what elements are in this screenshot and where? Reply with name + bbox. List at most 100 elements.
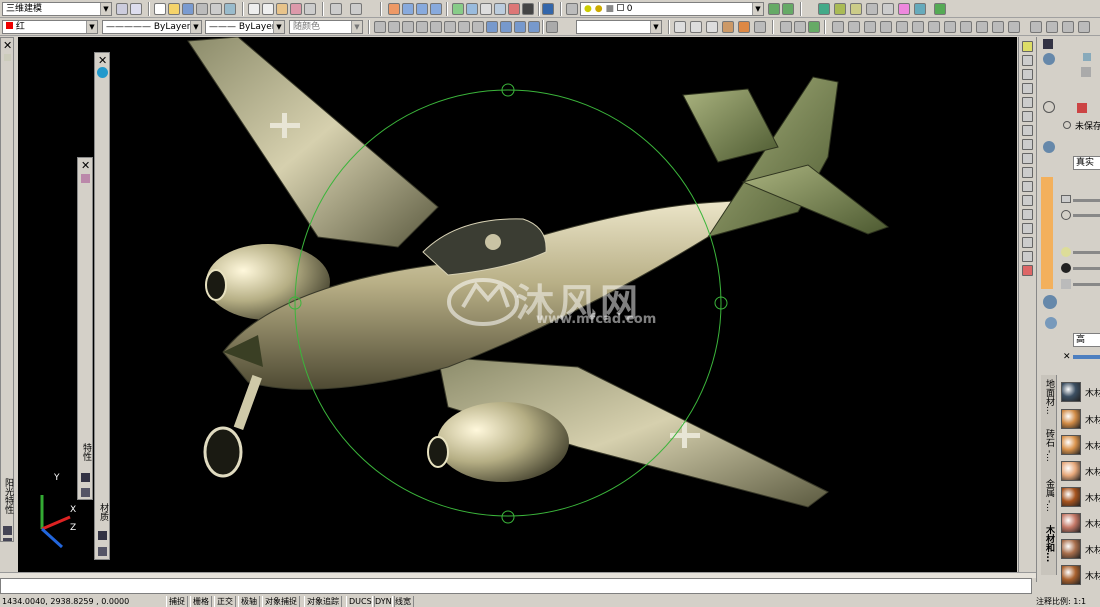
properties-icon[interactable]	[98, 547, 107, 556]
copy-object-icon[interactable]	[1022, 55, 1033, 66]
chamfer-icon[interactable]	[1022, 223, 1033, 234]
fillet-icon[interactable]	[1022, 237, 1033, 248]
chevron-down-icon[interactable]: ▼	[752, 3, 763, 15]
toggle-otrack[interactable]: 对象追踪	[304, 596, 342, 607]
toggle-lineweight[interactable]: 线宽	[392, 596, 414, 607]
undo-icon[interactable]	[330, 3, 342, 15]
chevron-down-icon[interactable]: ▼	[86, 21, 97, 33]
toggle-polar[interactable]: 极轴	[238, 596, 260, 607]
mirror-icon[interactable]	[1022, 69, 1033, 80]
stretch-icon[interactable]	[1022, 153, 1033, 164]
chevron-down-icon[interactable]: ▼	[650, 21, 661, 33]
visual-style-realistic-icon[interactable]	[722, 21, 734, 33]
chevron-down-icon[interactable]: ▼	[351, 21, 362, 33]
view-bottom-icon[interactable]	[388, 21, 400, 33]
named-views-icon[interactable]	[528, 21, 540, 33]
workspace-lock-icon[interactable]	[130, 3, 142, 15]
ucs-manager-icon[interactable]	[1046, 21, 1058, 33]
ucs-3point-icon[interactable]	[960, 21, 972, 33]
panel-icon[interactable]	[1043, 39, 1053, 49]
render-env-icon[interactable]	[898, 3, 910, 15]
auto-hide-icon[interactable]	[81, 473, 90, 482]
light-icon[interactable]	[1077, 103, 1087, 113]
annotation-scale[interactable]: 注释比例: 1:1	[1036, 596, 1086, 607]
calculator-icon[interactable]	[522, 3, 534, 15]
extrude-icon[interactable]	[1062, 21, 1074, 33]
workspace-select[interactable]: 三维建模 ▼	[2, 2, 112, 16]
layer-select[interactable]: ● ● ■ 0 ▼	[580, 2, 764, 16]
close-icon[interactable]: ✕	[98, 55, 107, 66]
view-top-icon[interactable]	[374, 21, 386, 33]
match-properties-icon[interactable]	[290, 3, 302, 15]
tab-masonry[interactable]: 砖石 -...	[1043, 429, 1056, 462]
material-sphere-icon[interactable]	[97, 67, 108, 78]
render-icon[interactable]	[818, 3, 830, 15]
ucs-object-icon[interactable]	[896, 21, 908, 33]
toggle-grid[interactable]: 栅格	[190, 596, 212, 607]
material-item[interactable]: 木材	[1059, 563, 1100, 587]
ucs-view-icon[interactable]	[912, 21, 924, 33]
close-icon[interactable]: ✕	[1063, 352, 1071, 362]
radio-icon[interactable]	[1063, 121, 1071, 129]
material-item[interactable]: 木材	[1059, 511, 1100, 535]
lineweight-select[interactable]: ——— ByLayer ▼	[205, 20, 285, 34]
properties-icon[interactable]	[452, 3, 464, 15]
view-sw-iso-icon[interactable]	[458, 21, 470, 33]
save-icon[interactable]	[182, 3, 194, 15]
move-icon[interactable]	[1022, 111, 1033, 122]
chevron-down-icon[interactable]: ▼	[100, 3, 111, 15]
visual-style-2d-icon[interactable]	[674, 21, 686, 33]
toggle-ducs[interactable]: DUCS	[346, 596, 375, 607]
material-item[interactable]: 木材	[1059, 433, 1100, 457]
brightness-slider[interactable]	[1073, 199, 1100, 202]
scale-icon[interactable]	[1022, 139, 1033, 150]
view-icon[interactable]	[1083, 53, 1091, 61]
properties-icon[interactable]	[81, 488, 90, 497]
publish-icon[interactable]	[224, 3, 236, 15]
material-item[interactable]: 木材	[1059, 407, 1100, 431]
tool-palettes-icon[interactable]	[480, 3, 492, 15]
auto-hide-icon[interactable]	[3, 526, 12, 535]
toggle-osnap[interactable]: 对象捕捉	[262, 596, 300, 607]
tab-metal[interactable]: 金属 -...	[1043, 479, 1056, 512]
close-icon[interactable]: ✕	[81, 160, 90, 171]
walk-icon[interactable]	[934, 3, 946, 15]
block-editor-icon[interactable]	[304, 3, 316, 15]
view-se-iso-icon[interactable]	[472, 21, 484, 33]
palette-options-icon[interactable]	[4, 54, 11, 61]
linetype-select[interactable]: ————— ByLayer ▼	[102, 20, 202, 34]
named-view-select[interactable]: ▼	[576, 20, 662, 34]
paste-icon[interactable]	[276, 3, 288, 15]
toggle-ortho[interactable]: 正交	[214, 596, 236, 607]
zoom-window-icon[interactable]	[416, 3, 428, 15]
help-icon[interactable]	[542, 3, 554, 15]
visual-style-select[interactable]: 真实	[1073, 156, 1100, 170]
tab-flooring[interactable]: 地面材...	[1043, 379, 1056, 415]
chevron-down-icon[interactable]: ▼	[190, 21, 201, 33]
new-file-icon[interactable]	[154, 3, 166, 15]
ucs-world-icon[interactable]	[848, 21, 860, 33]
workspace-settings-icon[interactable]	[116, 3, 128, 15]
drawing-viewport[interactable]: 沐风网 www.mfcad.com Y X Z	[18, 37, 1017, 572]
ucs-x-icon[interactable]	[976, 21, 988, 33]
orbit-icon[interactable]	[1081, 67, 1091, 77]
rotate-icon[interactable]	[1022, 125, 1033, 136]
visual-style-icon[interactable]	[1043, 141, 1055, 153]
join-icon[interactable]	[1022, 209, 1033, 220]
command-line-input[interactable]	[0, 578, 1032, 594]
layer-state-icon[interactable]	[782, 3, 794, 15]
visual-style-manager-icon[interactable]	[754, 21, 766, 33]
contrast-slider[interactable]	[1073, 214, 1100, 217]
pan-icon[interactable]	[388, 3, 400, 15]
copy-icon[interactable]	[262, 3, 274, 15]
presspull-icon[interactable]	[1078, 21, 1090, 33]
orbit-handle-bottom[interactable]	[501, 510, 515, 524]
material-item[interactable]: 木材	[1059, 485, 1100, 509]
close-icon[interactable]: ✕	[3, 40, 12, 51]
redo-icon[interactable]	[350, 3, 362, 15]
view-nw-iso-icon[interactable]	[500, 21, 512, 33]
render-quality-select[interactable]: 高	[1073, 333, 1100, 347]
markup-icon[interactable]	[508, 3, 520, 15]
sun-status-icon[interactable]	[850, 3, 862, 15]
chevron-down-icon[interactable]: ▼	[273, 21, 284, 33]
